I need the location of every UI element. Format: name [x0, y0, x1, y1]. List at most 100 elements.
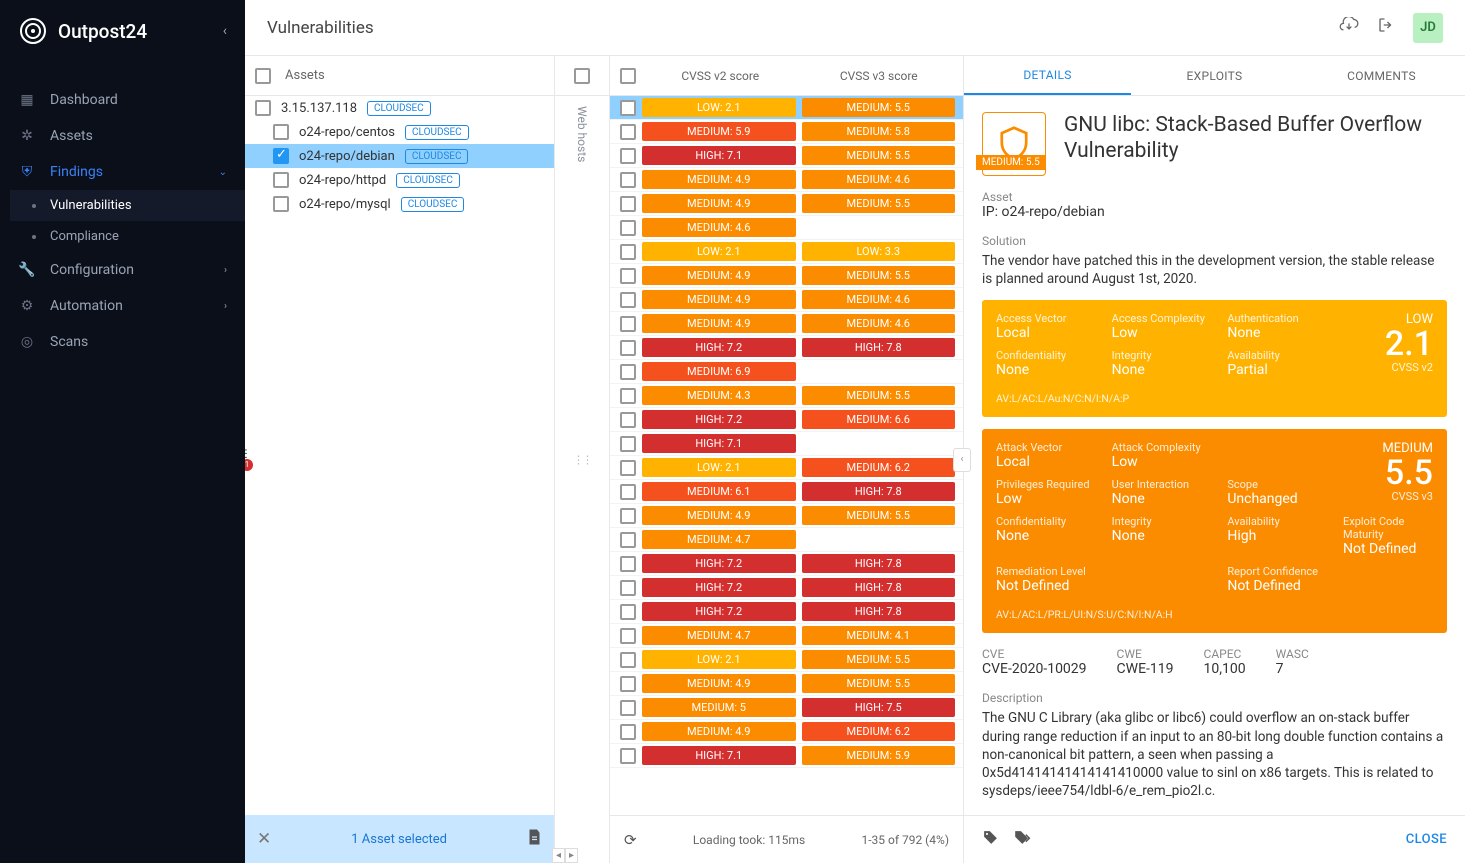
filter-toggle[interactable]: ☰ 1: [245, 447, 249, 473]
vuln-checkbox[interactable]: [620, 220, 636, 236]
vuln-checkbox[interactable]: [620, 412, 636, 428]
vuln-checkbox[interactable]: [620, 508, 636, 524]
vuln-checkbox[interactable]: [620, 196, 636, 212]
assets-select-all-checkbox[interactable]: [255, 68, 271, 84]
collapse-details-icon[interactable]: ‹: [953, 448, 971, 472]
vuln-checkbox[interactable]: [620, 724, 636, 740]
vuln-row[interactable]: HIGH: 7.2HIGH: 7.8: [610, 336, 963, 360]
col-cvss-v3[interactable]: CVSS v3 score: [805, 69, 954, 83]
nav-automation[interactable]: ⚙Automation›: [0, 288, 245, 324]
vuln-row[interactable]: MEDIUM: 5HIGH: 7.5: [610, 696, 963, 720]
vuln-checkbox[interactable]: [620, 124, 636, 140]
vuln-checkbox[interactable]: [620, 628, 636, 644]
vuln-checkbox[interactable]: [620, 268, 636, 284]
assets-header: Assets: [285, 68, 325, 83]
export-doc-icon[interactable]: [527, 828, 542, 850]
nav-configuration[interactable]: 🔧Configuration›: [0, 252, 245, 288]
vuln-checkbox[interactable]: [620, 748, 636, 764]
clear-selection-icon[interactable]: ✕: [257, 829, 271, 849]
vuln-checkbox[interactable]: [620, 604, 636, 620]
vuln-checkbox[interactable]: [620, 436, 636, 452]
vuln-row[interactable]: LOW: 2.1MEDIUM: 5.5: [610, 96, 963, 120]
vuln-row[interactable]: MEDIUM: 4.7: [610, 528, 963, 552]
nav-scans[interactable]: ◎Scans: [0, 324, 245, 360]
vuln-row[interactable]: MEDIUM: 4.9MEDIUM: 4.6: [610, 288, 963, 312]
webhosts-select-all-checkbox[interactable]: [574, 68, 590, 84]
vuln-checkbox[interactable]: [620, 340, 636, 356]
asset-checkbox[interactable]: [273, 196, 289, 212]
vuln-checkbox[interactable]: [620, 100, 636, 116]
vuln-row[interactable]: HIGH: 7.2HIGH: 7.8: [610, 552, 963, 576]
tab-details[interactable]: DETAILS: [964, 56, 1131, 95]
vuln-row[interactable]: LOW: 2.1LOW: 3.3: [610, 240, 963, 264]
vuln-row[interactable]: MEDIUM: 4.9MEDIUM: 4.6: [610, 168, 963, 192]
asset-row[interactable]: o24-repo/debianCLOUDSEC: [245, 144, 554, 168]
vuln-checkbox[interactable]: [620, 580, 636, 596]
vuln-row[interactable]: HIGH: 7.2HIGH: 7.8: [610, 576, 963, 600]
vuln-checkbox[interactable]: [620, 676, 636, 692]
close-button[interactable]: CLOSE: [1406, 832, 1447, 847]
vuln-checkbox[interactable]: [620, 172, 636, 188]
col-cvss-v2[interactable]: CVSS v2 score: [646, 69, 795, 83]
vuln-row[interactable]: LOW: 2.1MEDIUM: 6.2: [610, 456, 963, 480]
vuln-checkbox[interactable]: [620, 652, 636, 668]
asset-row[interactable]: 3.15.137.118CLOUDSEC: [245, 96, 554, 120]
vuln-row[interactable]: MEDIUM: 4.7MEDIUM: 4.1: [610, 624, 963, 648]
drag-handle-icon[interactable]: ⋮⋮: [573, 453, 591, 466]
refresh-icon[interactable]: ⟳: [624, 831, 637, 849]
vuln-row[interactable]: HIGH: 7.1: [610, 432, 963, 456]
asset-row[interactable]: o24-repo/centosCLOUDSEC: [245, 120, 554, 144]
chevron-icon: ⌄: [219, 167, 227, 178]
vuln-row[interactable]: MEDIUM: 4.9MEDIUM: 5.5: [610, 264, 963, 288]
vuln-row[interactable]: MEDIUM: 4.3MEDIUM: 5.5: [610, 384, 963, 408]
cloud-download-icon[interactable]: [1339, 17, 1359, 38]
sidebar-collapse-icon[interactable]: ‹: [223, 23, 227, 39]
vuln-checkbox[interactable]: [620, 460, 636, 476]
vuln-checkbox[interactable]: [620, 148, 636, 164]
vuln-row[interactable]: MEDIUM: 4.6: [610, 216, 963, 240]
logout-icon[interactable]: [1377, 16, 1395, 39]
asset-row[interactable]: o24-repo/mysqlCLOUDSEC: [245, 192, 554, 216]
vuln-row[interactable]: MEDIUM: 4.9MEDIUM: 6.2: [610, 720, 963, 744]
nav-vulnerabilities[interactable]: Vulnerabilities: [10, 190, 245, 221]
vuln-checkbox[interactable]: [620, 316, 636, 332]
vuln-checkbox[interactable]: [620, 532, 636, 548]
vuln-checkbox[interactable]: [620, 388, 636, 404]
vuln-checkbox[interactable]: [620, 484, 636, 500]
asset-checkbox[interactable]: [273, 124, 289, 140]
vuln-row[interactable]: MEDIUM: 6.9: [610, 360, 963, 384]
asset-row[interactable]: o24-repo/httpdCLOUDSEC: [245, 168, 554, 192]
nav-findings[interactable]: ⛨Findings⌄: [0, 154, 245, 190]
vuln-checkbox[interactable]: [620, 364, 636, 380]
vuln-row[interactable]: HIGH: 7.2HIGH: 7.8: [610, 600, 963, 624]
asset-checkbox[interactable]: [255, 100, 271, 116]
vuln-row[interactable]: HIGH: 7.1MEDIUM: 5.9: [610, 744, 963, 768]
vuln-checkbox[interactable]: [620, 292, 636, 308]
tab-comments[interactable]: COMMENTS: [1298, 56, 1465, 95]
cvss-v2-pill: MEDIUM: 4.9: [642, 194, 796, 213]
vuln-row[interactable]: HIGH: 7.1MEDIUM: 5.5: [610, 144, 963, 168]
vector-string: AV:L/AC:L/Au:N/C:N/I:N/A:P: [996, 392, 1433, 405]
tag-add-icon[interactable]: [982, 829, 999, 850]
vuln-checkbox[interactable]: [620, 556, 636, 572]
asset-checkbox[interactable]: [273, 172, 289, 188]
vuln-row[interactable]: MEDIUM: 6.1HIGH: 7.8: [610, 480, 963, 504]
user-avatar[interactable]: JD: [1413, 13, 1443, 43]
vulns-select-all-checkbox[interactable]: [620, 68, 636, 84]
tag-next-icon[interactable]: [1013, 829, 1033, 850]
vuln-row[interactable]: MEDIUM: 4.9MEDIUM: 5.5: [610, 192, 963, 216]
nav-dashboard[interactable]: ▦Dashboard: [0, 82, 245, 118]
vuln-row[interactable]: LOW: 2.1MEDIUM: 5.5: [610, 648, 963, 672]
tab-exploits[interactable]: EXPLOITS: [1131, 56, 1298, 95]
vuln-row[interactable]: MEDIUM: 5.9MEDIUM: 5.8: [610, 120, 963, 144]
cvss-v2-pill: MEDIUM: 4.7: [642, 530, 796, 549]
asset-checkbox[interactable]: [273, 148, 289, 164]
vuln-row[interactable]: MEDIUM: 4.9MEDIUM: 5.5: [610, 504, 963, 528]
nav-compliance[interactable]: Compliance: [10, 221, 245, 252]
vuln-row[interactable]: HIGH: 7.2MEDIUM: 6.6: [610, 408, 963, 432]
nav-assets[interactable]: ✲Assets: [0, 118, 245, 154]
vuln-row[interactable]: MEDIUM: 4.9MEDIUM: 4.6: [610, 312, 963, 336]
vuln-checkbox[interactable]: [620, 700, 636, 716]
vuln-row[interactable]: MEDIUM: 4.9MEDIUM: 5.5: [610, 672, 963, 696]
vuln-checkbox[interactable]: [620, 244, 636, 260]
